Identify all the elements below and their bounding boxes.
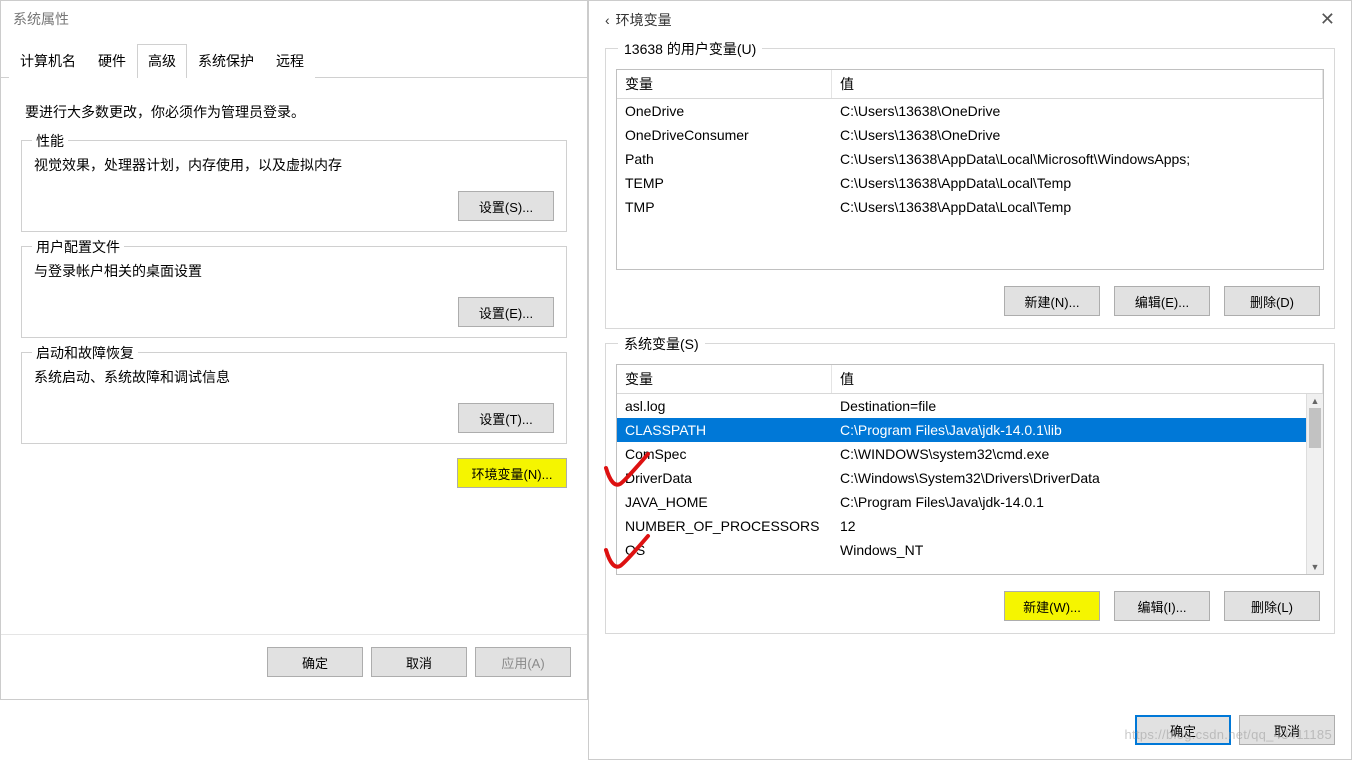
table-row[interactable]: ComSpecC:\WINDOWS\system32\cmd.exe <box>617 442 1323 466</box>
startup-settings-button[interactable]: 设置(T)... <box>458 403 554 433</box>
performance-settings-button[interactable]: 设置(S)... <box>458 191 554 221</box>
system-variables-group: 系统变量(S) 变量 值 asl.logDestination=fileCLAS… <box>605 343 1335 634</box>
table-row[interactable]: OSWindows_NT <box>617 538 1323 562</box>
user-variables-legend: 13638 的用户变量(U) <box>618 39 762 59</box>
dialog-button-bar: 确定 取消 应用(A) <box>1 634 587 689</box>
user-new-button[interactable]: 新建(N)... <box>1004 286 1100 316</box>
tab-remote[interactable]: 远程 <box>265 44 315 78</box>
user-profile-settings-button[interactable]: 设置(E)... <box>458 297 554 327</box>
var-name: ComSpec <box>617 442 832 466</box>
startup-desc: 系统启动、系统故障和调试信息 <box>34 367 554 387</box>
user-var-button-row: 新建(N)... 编辑(E)... 删除(D) <box>606 278 1334 328</box>
scroll-up-icon[interactable]: ▲ <box>1307 394 1323 408</box>
tab-content: 要进行大多数更改，你必须作为管理员登录。 性能 视觉效果，处理器计划，内存使用，… <box>1 78 587 502</box>
user-profile-desc: 与登录帐户相关的桌面设置 <box>34 261 554 281</box>
header-value: 值 <box>832 365 1323 393</box>
performance-legend: 性能 <box>32 131 68 151</box>
system-properties-dialog: 系统属性 计算机名 硬件 高级 系统保护 远程 要进行大多数更改，你必须作为管理… <box>0 0 588 700</box>
user-profile-group: 用户配置文件 与登录帐户相关的桌面设置 设置(E)... <box>21 246 567 338</box>
user-variables-table[interactable]: 变量 值 OneDriveC:\Users\13638\OneDriveOneD… <box>616 69 1324 270</box>
user-edit-button[interactable]: 编辑(E)... <box>1114 286 1210 316</box>
scroll-thumb[interactable] <box>1309 408 1321 448</box>
var-name: OS <box>617 538 832 562</box>
table-row[interactable]: PathC:\Users\13638\AppData\Local\Microso… <box>617 147 1323 171</box>
table-header: 变量 值 <box>617 70 1323 99</box>
var-value: Destination=file <box>832 394 1323 418</box>
back-icon: ‹ <box>605 12 610 28</box>
table-row[interactable]: TEMPC:\Users\13638\AppData\Local\Temp <box>617 171 1323 195</box>
admin-note: 要进行大多数更改，你必须作为管理员登录。 <box>25 102 563 122</box>
titlebar: ‹ 环境变量 ✕ <box>589 1 1351 38</box>
table-row[interactable]: TMPC:\Users\13638\AppData\Local\Temp <box>617 195 1323 219</box>
var-name: JAVA_HOME <box>617 490 832 514</box>
var-value: C:\Users\13638\AppData\Local\Temp <box>832 195 1323 219</box>
dialog-title: 环境变量 <box>616 10 1316 30</box>
dialog-title: 系统属性 <box>13 9 69 29</box>
var-name: DriverData <box>617 466 832 490</box>
var-name: TMP <box>617 195 832 219</box>
table-row[interactable]: NUMBER_OF_PROCESSORS12 <box>617 514 1323 538</box>
user-variables-group: 13638 的用户变量(U) 变量 值 OneDriveC:\Users\136… <box>605 48 1335 329</box>
tab-computer-name[interactable]: 计算机名 <box>9 44 87 78</box>
header-name: 变量 <box>617 70 832 98</box>
performance-desc: 视觉效果，处理器计划，内存使用，以及虚拟内存 <box>34 155 554 175</box>
startup-legend: 启动和故障恢复 <box>32 343 138 363</box>
var-value: C:\Users\13638\OneDrive <box>832 123 1323 147</box>
var-value: C:\Users\13638\AppData\Local\Temp <box>832 171 1323 195</box>
var-value: C:\Windows\System32\Drivers\DriverData <box>832 466 1323 490</box>
startup-group: 启动和故障恢复 系统启动、系统故障和调试信息 设置(T)... <box>21 352 567 444</box>
var-name: asl.log <box>617 394 832 418</box>
table-header: 变量 值 <box>617 365 1323 394</box>
header-name: 变量 <box>617 365 832 393</box>
tab-advanced[interactable]: 高级 <box>137 44 187 78</box>
scroll-down-icon[interactable]: ▼ <box>1307 560 1323 574</box>
var-value: C:\Program Files\Java\jdk-14.0.1\lib <box>832 418 1323 442</box>
scrollbar[interactable]: ▲ ▼ <box>1306 394 1323 574</box>
sys-new-button[interactable]: 新建(W)... <box>1004 591 1100 621</box>
system-variables-table[interactable]: 变量 值 asl.logDestination=fileCLASSPATHC:\… <box>616 364 1324 575</box>
titlebar: 系统属性 <box>1 1 587 37</box>
var-value: C:\Users\13638\AppData\Local\Microsoft\W… <box>832 147 1323 171</box>
var-value: 12 <box>832 514 1323 538</box>
table-row[interactable]: JAVA_HOMEC:\Program Files\Java\jdk-14.0.… <box>617 490 1323 514</box>
environment-variables-button[interactable]: 环境变量(N)... <box>457 458 567 488</box>
tab-hardware[interactable]: 硬件 <box>87 44 137 78</box>
tab-system-protection[interactable]: 系统保护 <box>187 44 265 78</box>
var-value: C:\Program Files\Java\jdk-14.0.1 <box>832 490 1323 514</box>
var-name: OneDriveConsumer <box>617 123 832 147</box>
user-delete-button[interactable]: 删除(D) <box>1224 286 1320 316</box>
watermark: https://blog.csdn.net/qq_43411185 <box>1125 727 1332 742</box>
var-value: Windows_NT <box>832 538 1323 562</box>
table-row[interactable]: OneDriveConsumerC:\Users\13638\OneDrive <box>617 123 1323 147</box>
table-row[interactable]: CLASSPATHC:\Program Files\Java\jdk-14.0.… <box>617 418 1323 442</box>
cancel-button[interactable]: 取消 <box>371 647 467 677</box>
var-value: C:\WINDOWS\system32\cmd.exe <box>832 442 1323 466</box>
var-name: TEMP <box>617 171 832 195</box>
ok-button[interactable]: 确定 <box>267 647 363 677</box>
tab-strip: 计算机名 硬件 高级 系统保护 远程 <box>1 43 587 78</box>
var-name: CLASSPATH <box>617 418 832 442</box>
table-row[interactable]: asl.logDestination=file <box>617 394 1323 418</box>
var-value: C:\Users\13638\OneDrive <box>832 99 1323 123</box>
table-row[interactable]: DriverDataC:\Windows\System32\Drivers\Dr… <box>617 466 1323 490</box>
user-profile-legend: 用户配置文件 <box>32 237 124 257</box>
system-variables-legend: 系统变量(S) <box>618 334 705 354</box>
header-value: 值 <box>832 70 1323 98</box>
sys-var-button-row: 新建(W)... 编辑(I)... 删除(L) <box>606 583 1334 633</box>
environment-variables-dialog: ‹ 环境变量 ✕ 13638 的用户变量(U) 变量 值 OneDriveC:\… <box>588 0 1352 760</box>
sys-delete-button[interactable]: 删除(L) <box>1224 591 1320 621</box>
performance-group: 性能 视觉效果，处理器计划，内存使用，以及虚拟内存 设置(S)... <box>21 140 567 232</box>
var-name: NUMBER_OF_PROCESSORS <box>617 514 832 538</box>
close-icon[interactable]: ✕ <box>1316 9 1339 30</box>
sys-edit-button[interactable]: 编辑(I)... <box>1114 591 1210 621</box>
var-name: Path <box>617 147 832 171</box>
table-row[interactable]: OneDriveC:\Users\13638\OneDrive <box>617 99 1323 123</box>
apply-button[interactable]: 应用(A) <box>475 647 571 677</box>
var-name: OneDrive <box>617 99 832 123</box>
